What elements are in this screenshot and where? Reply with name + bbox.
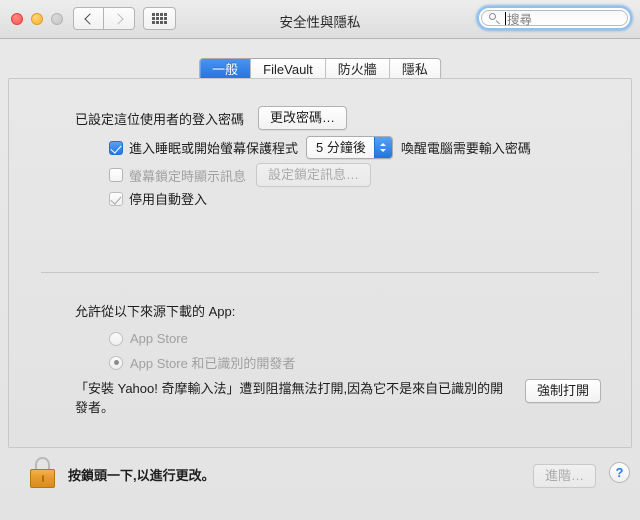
- password-delay-value: 5 分鐘後: [307, 137, 374, 158]
- lock-closed-icon[interactable]: [30, 457, 55, 488]
- open-anyway-button[interactable]: 強制打開: [524, 379, 601, 403]
- search-field[interactable]: 搜尋: [477, 6, 632, 30]
- require-password-row: 進入睡眠或開始螢幕保護程式 5 分鐘後 喚醒電腦需要輸入密碼: [109, 136, 531, 159]
- require-password-checkbox[interactable]: [109, 140, 123, 155]
- require-password-label-before: 進入睡眠或開始螢幕保護程式: [129, 141, 299, 156]
- lock-hint-label: 按鎖頭一下,以進行更改。: [68, 468, 215, 483]
- tab-zone: 一般 FileVault 防火牆 隱私: [0, 39, 640, 82]
- require-password-label-after: 喚醒電腦需要輸入密碼: [400, 141, 531, 156]
- login-password-row: 已設定這位使用者的登入密碼 更改密碼…: [75, 106, 348, 130]
- app-source-label-appstore: App Store: [130, 331, 188, 346]
- section-divider: [41, 272, 599, 273]
- password-delay-popup[interactable]: 5 分鐘後: [306, 136, 393, 159]
- login-password-label: 已設定這位使用者的登入密碼: [75, 111, 245, 127]
- set-lock-message-button: 設定鎖定訊息…: [256, 163, 372, 187]
- search-icon: [489, 12, 500, 24]
- advanced-button: 進階…: [532, 464, 596, 488]
- screen-lock-message-checkbox[interactable]: [109, 168, 123, 182]
- app-sources-title: 允許從以下來源下載的 App:: [75, 304, 236, 319]
- window-titlebar: 安全性與隱私 搜尋: [0, 0, 640, 39]
- search-field-inner[interactable]: 搜尋: [481, 10, 628, 27]
- help-button[interactable]: ?: [609, 462, 630, 483]
- search-placeholder: 搜尋: [507, 12, 533, 27]
- general-panel: 已設定這位使用者的登入密碼 更改密碼… 進入睡眠或開始螢幕保護程式 5 分鐘後 …: [8, 78, 632, 448]
- system-preferences-window: 安全性與隱私 搜尋 一般 FileVault 防火牆 隱私 已設定這位使用者的登…: [0, 0, 640, 520]
- blocked-app-row: 「安裝 Yahoo! 奇摩輸入法」遭到阻擋無法打開,因為它不是來自已識別的開發者…: [75, 379, 601, 417]
- app-source-option-appstore: App Store: [109, 331, 188, 346]
- app-source-label-appstore-identified: App Store 和已識別的開發者: [130, 356, 296, 371]
- text-caret: [505, 11, 506, 25]
- change-password-button[interactable]: 更改密碼…: [258, 106, 348, 130]
- disable-auto-login-row: 停用自動登入: [109, 189, 207, 208]
- radio-appstore: [109, 331, 123, 346]
- blocked-app-message: 「安裝 Yahoo! 奇摩輸入法」遭到阻擋無法打開,因為它不是來自已識別的開發者…: [75, 381, 504, 415]
- chevron-updown-icon: [373, 137, 392, 158]
- app-source-option-appstore-identified: App Store 和已識別的開發者: [109, 353, 295, 372]
- disable-auto-login-checkbox: [109, 191, 123, 206]
- radio-appstore-identified: [109, 355, 123, 370]
- disable-auto-login-label: 停用自動登入: [129, 192, 208, 207]
- screen-lock-message-row: 螢幕鎖定時顯示訊息 設定鎖定訊息…: [109, 163, 372, 187]
- screen-lock-message-label: 螢幕鎖定時顯示訊息: [129, 168, 247, 184]
- window-footer: 按鎖頭一下,以進行更改。 進階… ?: [0, 450, 640, 520]
